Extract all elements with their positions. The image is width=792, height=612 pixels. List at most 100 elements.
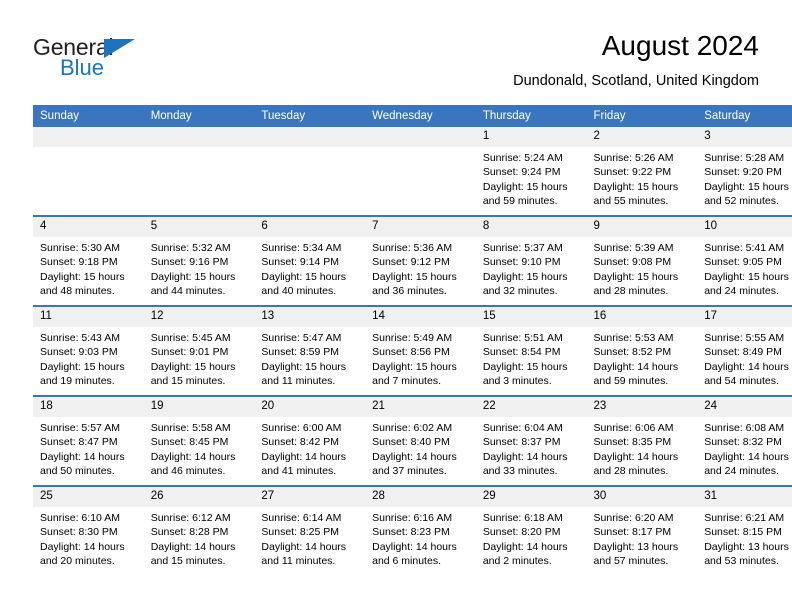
calendar-day-cell[interactable]: 3 Sunrise: 5:28 AM Sunset: 9:20 PM Daylight… xyxy=(697,127,792,217)
sunset-text: Sunset: 8:28 PM xyxy=(150,526,229,539)
sunrise-text: Sunrise: 5:51 AM xyxy=(482,332,563,344)
daylight-text-line1: Daylight: 15 hours xyxy=(482,270,568,283)
sunrise-text: Sunrise: 5:43 AM xyxy=(40,332,120,344)
day-sun-info: Sunrise: 6:14 AM Sunset: 8:25 PM Daylight:… xyxy=(254,507,365,568)
calendar-day-cell[interactable]: 30 Sunrise: 6:20 AM Sunset: 8:17 PM Dayligh… xyxy=(586,486,698,575)
day-sun-info: Sunrise: 5:36 AM Sunset: 9:12 PM Daylight:… xyxy=(365,237,476,298)
calendar-day-cell-empty xyxy=(365,127,476,217)
calendar-day-cell[interactable]: 1 Sunrise: 5:24 AM Sunset: 9:24 PM Daylight… xyxy=(475,127,587,217)
daylight-text-line2: and 33 minutes. xyxy=(482,464,558,477)
sunrise-text: Sunrise: 6:06 AM xyxy=(593,422,674,434)
daylight-text-line1: Daylight: 15 hours xyxy=(150,360,236,373)
calendar-day-cell[interactable]: 15 Sunrise: 5:51 AM Sunset: 8:54 PM Dayligh… xyxy=(475,306,587,397)
calendar-day-cell[interactable]: 8 Sunrise: 5:37 AM Sunset: 9:10 PM Daylight… xyxy=(475,216,587,307)
daylight-text-line1: Daylight: 14 hours xyxy=(704,360,789,373)
sunrise-text: Sunrise: 6:12 AM xyxy=(150,512,231,524)
calendar-day-cell[interactable]: 11 Sunrise: 5:43 AM Sunset: 9:03 PM Dayligh… xyxy=(33,306,144,397)
day-number: 23 xyxy=(586,397,698,417)
daylight-text-line1: Daylight: 15 hours xyxy=(704,270,789,283)
sunrise-text: Sunrise: 5:37 AM xyxy=(482,242,563,254)
sunrise-text: Sunrise: 5:28 AM xyxy=(704,152,785,164)
daylight-text-line1: Daylight: 14 hours xyxy=(261,540,347,553)
calendar-day-cell[interactable]: 17 Sunrise: 5:55 AM Sunset: 8:49 PM Dayligh… xyxy=(697,306,792,397)
sunset-text: Sunset: 8:42 PM xyxy=(261,436,340,449)
sunrise-text: Sunrise: 6:14 AM xyxy=(261,512,342,524)
calendar-day-cell[interactable]: 20 Sunrise: 6:00 AM Sunset: 8:42 PM Dayligh… xyxy=(254,396,366,487)
day-sun-info: Sunrise: 5:41 AM Sunset: 9:05 PM Daylight:… xyxy=(697,237,792,298)
day-sun-info: Sunrise: 6:20 AM Sunset: 8:17 PM Daylight:… xyxy=(587,507,698,568)
day-number xyxy=(143,127,255,147)
calendar-day-cell[interactable]: 14 Sunrise: 5:49 AM Sunset: 8:56 PM Dayligh… xyxy=(365,306,476,397)
day-sun-info: Sunrise: 6:00 AM Sunset: 8:42 PM Daylight:… xyxy=(254,417,365,478)
day-number: 25 xyxy=(33,487,144,507)
calendar-day-cell[interactable]: 21 Sunrise: 6:02 AM Sunset: 8:40 PM Dayligh… xyxy=(365,396,476,487)
calendar-day-cell[interactable]: 13 Sunrise: 5:47 AM Sunset: 8:59 PM Dayligh… xyxy=(254,306,366,397)
calendar-day-cell[interactable]: 31 Sunrise: 6:21 AM Sunset: 8:15 PM Dayligh… xyxy=(697,486,792,575)
day-sun-info: Sunrise: 6:12 AM Sunset: 8:28 PM Daylight:… xyxy=(144,507,255,568)
sunset-text: Sunset: 8:47 PM xyxy=(40,436,118,449)
daylight-text-line2: and 28 minutes. xyxy=(593,284,669,297)
calendar-day-cell[interactable]: 9 Sunrise: 5:39 AM Sunset: 9:08 PM Daylight… xyxy=(586,216,698,307)
calendar-day-cell[interactable]: 18 Sunrise: 5:57 AM Sunset: 8:47 PM Dayligh… xyxy=(33,396,144,487)
day-sun-info: Sunrise: 5:57 AM Sunset: 8:47 PM Daylight:… xyxy=(33,417,144,478)
day-number: 18 xyxy=(33,397,144,417)
daylight-text-line1: Daylight: 14 hours xyxy=(40,450,125,463)
sunrise-text: Sunrise: 5:53 AM xyxy=(593,332,674,344)
daylight-text-line2: and 24 minutes. xyxy=(704,284,779,297)
calendar-day-cell[interactable]: 4 Sunrise: 5:30 AM Sunset: 9:18 PM Daylight… xyxy=(33,216,144,307)
weekday-header-monday: Monday xyxy=(143,105,255,127)
day-sun-info: Sunrise: 5:32 AM Sunset: 9:16 PM Daylight:… xyxy=(144,237,255,298)
sunrise-text: Sunrise: 6:21 AM xyxy=(704,512,785,524)
day-sun-info: Sunrise: 5:55 AM Sunset: 8:49 PM Daylight:… xyxy=(697,327,792,388)
location-subtitle: Dundonald, Scotland, United Kingdom xyxy=(513,73,759,89)
day-sun-info: Sunrise: 5:26 AM Sunset: 9:22 PM Daylight:… xyxy=(587,147,698,208)
calendar-day-cell[interactable]: 6 Sunrise: 5:34 AM Sunset: 9:14 PM Daylight… xyxy=(254,216,366,307)
calendar-day-cell[interactable]: 23 Sunrise: 6:06 AM Sunset: 8:35 PM Dayligh… xyxy=(586,396,698,487)
calendar-day-cell-empty xyxy=(33,127,144,217)
calendar-day-cell[interactable]: 24 Sunrise: 6:08 AM Sunset: 8:32 PM Dayligh… xyxy=(697,396,792,487)
calendar-day-cell[interactable]: 5 Sunrise: 5:32 AM Sunset: 9:16 PM Daylight… xyxy=(143,216,255,307)
calendar-day-cell[interactable]: 7 Sunrise: 5:36 AM Sunset: 9:12 PM Daylight… xyxy=(365,216,476,307)
sunrise-text: Sunrise: 6:02 AM xyxy=(372,422,453,434)
calendar-day-cell[interactable]: 27 Sunrise: 6:14 AM Sunset: 8:25 PM Dayligh… xyxy=(254,486,366,575)
calendar-day-cell[interactable]: 25 Sunrise: 6:10 AM Sunset: 8:30 PM Dayligh… xyxy=(33,486,144,575)
triangle-icon xyxy=(104,39,135,58)
daylight-text-line1: Daylight: 14 hours xyxy=(704,450,789,463)
sunset-text: Sunset: 8:37 PM xyxy=(482,436,561,449)
day-sun-info: Sunrise: 5:49 AM Sunset: 8:56 PM Daylight:… xyxy=(365,327,476,388)
day-sun-info: Sunrise: 5:34 AM Sunset: 9:14 PM Daylight:… xyxy=(254,237,365,298)
weekday-header-sunday: Sunday xyxy=(33,105,144,127)
day-number: 7 xyxy=(365,217,476,237)
calendar-day-cell[interactable]: 2 Sunrise: 5:26 AM Sunset: 9:22 PM Daylight… xyxy=(586,127,698,217)
sunset-text: Sunset: 8:56 PM xyxy=(372,346,450,359)
daylight-text-line2: and 54 minutes. xyxy=(704,374,779,387)
calendar-day-cell[interactable]: 28 Sunrise: 6:16 AM Sunset: 8:23 PM Dayligh… xyxy=(365,486,476,575)
calendar-day-cell[interactable]: 16 Sunrise: 5:53 AM Sunset: 8:52 PM Dayligh… xyxy=(586,306,698,397)
sunset-text: Sunset: 8:32 PM xyxy=(704,436,782,449)
calendar-day-cell[interactable]: 12 Sunrise: 5:45 AM Sunset: 9:01 PM Dayligh… xyxy=(143,306,255,397)
daylight-text-line1: Daylight: 15 hours xyxy=(372,270,457,283)
sunset-text: Sunset: 8:49 PM xyxy=(704,346,782,359)
calendar-day-cell[interactable]: 19 Sunrise: 5:58 AM Sunset: 8:45 PM Dayligh… xyxy=(143,396,255,487)
daylight-text-line2: and 40 minutes. xyxy=(261,284,337,297)
calendar-day-cell[interactable]: 26 Sunrise: 6:12 AM Sunset: 8:28 PM Dayligh… xyxy=(143,486,255,575)
daylight-text-line1: Daylight: 15 hours xyxy=(482,180,568,193)
sunset-text: Sunset: 9:05 PM xyxy=(704,256,782,269)
daylight-text-line2: and 11 minutes. xyxy=(261,554,336,567)
day-number xyxy=(254,127,366,147)
sunset-text: Sunset: 9:14 PM xyxy=(261,256,340,269)
daylight-text-line2: and 59 minutes. xyxy=(593,374,669,387)
day-sun-info: Sunrise: 6:06 AM Sunset: 8:35 PM Daylight:… xyxy=(587,417,698,478)
calendar-day-cell[interactable]: 22 Sunrise: 6:04 AM Sunset: 8:37 PM Dayligh… xyxy=(475,396,587,487)
calendar-day-cell[interactable]: 29 Sunrise: 6:18 AM Sunset: 8:20 PM Dayligh… xyxy=(475,486,587,575)
general-blue-logo[interactable]: General Blue xyxy=(33,34,233,86)
day-number: 5 xyxy=(143,217,255,237)
sunset-text: Sunset: 8:54 PM xyxy=(482,346,561,359)
calendar-day-cell[interactable]: 10 Sunrise: 5:41 AM Sunset: 9:05 PM Dayligh… xyxy=(697,216,792,307)
daylight-text-line2: and 55 minutes. xyxy=(593,194,669,207)
sunrise-text: Sunrise: 5:32 AM xyxy=(150,242,231,254)
day-number: 21 xyxy=(365,397,476,417)
day-sun-info: Sunrise: 6:02 AM Sunset: 8:40 PM Daylight:… xyxy=(365,417,476,478)
sunrise-text: Sunrise: 5:57 AM xyxy=(40,422,120,434)
day-number: 4 xyxy=(33,217,144,237)
